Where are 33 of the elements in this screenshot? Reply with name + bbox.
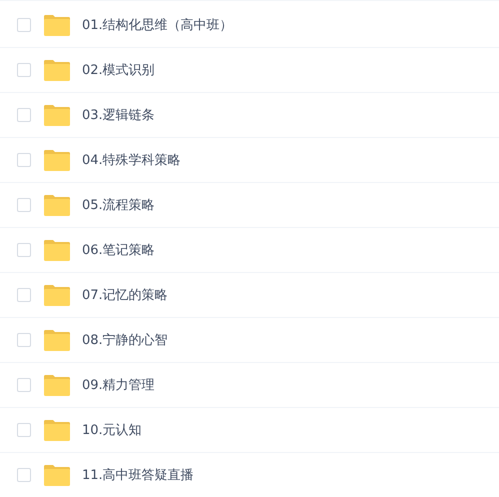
checkbox[interactable] bbox=[17, 63, 31, 77]
checkbox[interactable] bbox=[17, 18, 31, 32]
folder-name[interactable]: 03.逻辑链条 bbox=[82, 106, 155, 124]
checkbox[interactable] bbox=[17, 243, 31, 257]
folder-icon bbox=[44, 330, 70, 350]
folder-icon bbox=[44, 104, 70, 126]
checkbox[interactable] bbox=[17, 378, 31, 392]
folder-icon bbox=[44, 420, 70, 440]
folder-icon bbox=[44, 60, 70, 80]
folder-name[interactable]: 11.高中班答疑直播 bbox=[82, 466, 194, 484]
folder-name[interactable]: 02.模式识别 bbox=[82, 61, 155, 79]
folder-name[interactable]: 10.元认知 bbox=[82, 421, 142, 439]
folder-icon bbox=[44, 240, 70, 260]
folder-icon bbox=[44, 374, 70, 396]
folder-name[interactable]: 01.结构化思维（高中班） bbox=[82, 16, 233, 34]
folder-name[interactable]: 08.宁静的心智 bbox=[82, 331, 168, 349]
checkbox[interactable] bbox=[17, 108, 31, 122]
checkbox[interactable] bbox=[17, 333, 31, 347]
checkbox[interactable] bbox=[17, 153, 31, 167]
checkbox[interactable] bbox=[17, 423, 31, 437]
folder-name[interactable]: 05.流程策略 bbox=[82, 196, 155, 214]
folder-icon bbox=[44, 194, 70, 216]
checkbox[interactable] bbox=[17, 198, 31, 212]
folder-icon bbox=[44, 150, 70, 170]
folder-icon bbox=[44, 464, 70, 486]
folder-icon bbox=[44, 14, 70, 36]
checkbox[interactable] bbox=[17, 468, 31, 482]
folder-icon bbox=[44, 284, 70, 306]
folder-name[interactable]: 04.特殊学科策略 bbox=[82, 151, 181, 169]
checkbox[interactable] bbox=[17, 288, 31, 302]
folder-name[interactable]: 07.记忆的策略 bbox=[82, 286, 168, 304]
folder-name[interactable]: 06.笔记策略 bbox=[82, 241, 155, 259]
folder-name[interactable]: 09.精力管理 bbox=[82, 376, 155, 394]
